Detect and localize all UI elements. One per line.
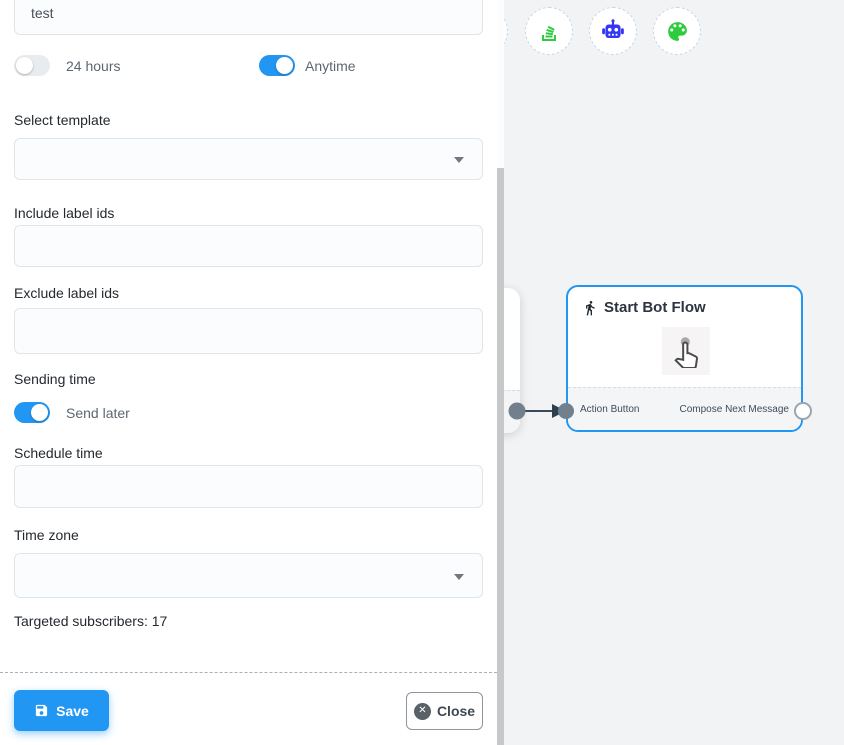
schedule-time-label: Schedule time: [14, 445, 103, 461]
campaign-name-input[interactable]: [14, 0, 483, 35]
campaign-form-panel: 24 hours Anytime Select template Include…: [0, 0, 497, 745]
compose-next-message-label[interactable]: Compose Next Message: [680, 404, 790, 415]
targeted-subscribers-text: Targeted subscribers: 17: [14, 613, 167, 629]
select-template-label: Select template: [14, 112, 111, 128]
24-hours-label: 24 hours: [66, 58, 120, 74]
close-icon: ✕: [414, 703, 431, 720]
sending-time-label: Sending time: [14, 371, 96, 387]
send-later-label: Send later: [66, 405, 130, 421]
node-header: Start Bot Flow: [582, 299, 706, 316]
save-button[interactable]: Save: [14, 690, 109, 731]
footer-divider: [0, 672, 497, 673]
toolbar-bot-button[interactable]: [589, 7, 637, 55]
panel-scrollbar-thumb[interactable]: [497, 168, 504, 745]
exclude-label-ids-label: Exclude label ids: [14, 285, 119, 301]
include-label-ids-input[interactable]: [14, 225, 483, 267]
save-icon: [34, 703, 49, 718]
schedule-time-input[interactable]: [14, 465, 483, 508]
send-later-toggle[interactable]: [14, 402, 50, 423]
input-port[interactable]: [558, 403, 574, 419]
output-port[interactable]: [795, 403, 811, 419]
exclude-label-ids-input[interactable]: [14, 308, 483, 354]
node-tap-button[interactable]: [662, 327, 710, 375]
time-zone-select[interactable]: [14, 553, 483, 598]
time-zone-label: Time zone: [14, 527, 79, 543]
save-button-label: Save: [56, 703, 89, 719]
toggle-knob: [276, 57, 293, 74]
template-select[interactable]: [14, 138, 483, 180]
robot-icon: [600, 18, 626, 44]
chevron-down-icon: [454, 157, 464, 163]
close-button-label: Close: [437, 703, 475, 719]
flow-canvas[interactable]: Start Bot Flow Action Button Compose Nex…: [504, 0, 844, 745]
toolbar-stack-button[interactable]: [525, 7, 573, 55]
include-label-ids-label: Include label ids: [14, 205, 114, 221]
panel-scrollbar-track[interactable]: [497, 0, 504, 745]
anytime-label: Anytime: [305, 58, 356, 74]
walking-person-icon: [582, 300, 598, 316]
app-root: 24 hours Anytime Select template Include…: [0, 0, 844, 745]
source-port[interactable]: [509, 403, 526, 420]
node-title: Start Bot Flow: [604, 299, 706, 316]
anytime-toggle[interactable]: [259, 55, 295, 76]
node-footer: Action Button Compose Next Message: [568, 387, 801, 430]
start-bot-flow-node[interactable]: Start Bot Flow Action Button Compose Nex…: [566, 285, 803, 432]
hand-pointer-icon: [669, 334, 703, 368]
toggle-knob: [16, 57, 33, 74]
action-button-label[interactable]: Action Button: [580, 404, 639, 415]
close-button[interactable]: ✕ Close: [406, 692, 483, 730]
toolbar-palette-button[interactable]: [653, 7, 701, 55]
toolbar-circle-partial[interactable]: [504, 7, 508, 55]
toggle-knob: [31, 404, 48, 421]
chevron-down-icon: [454, 574, 464, 580]
palette-icon: [665, 19, 690, 44]
stack-icon: [537, 19, 561, 43]
24-hours-toggle[interactable]: [14, 55, 50, 76]
